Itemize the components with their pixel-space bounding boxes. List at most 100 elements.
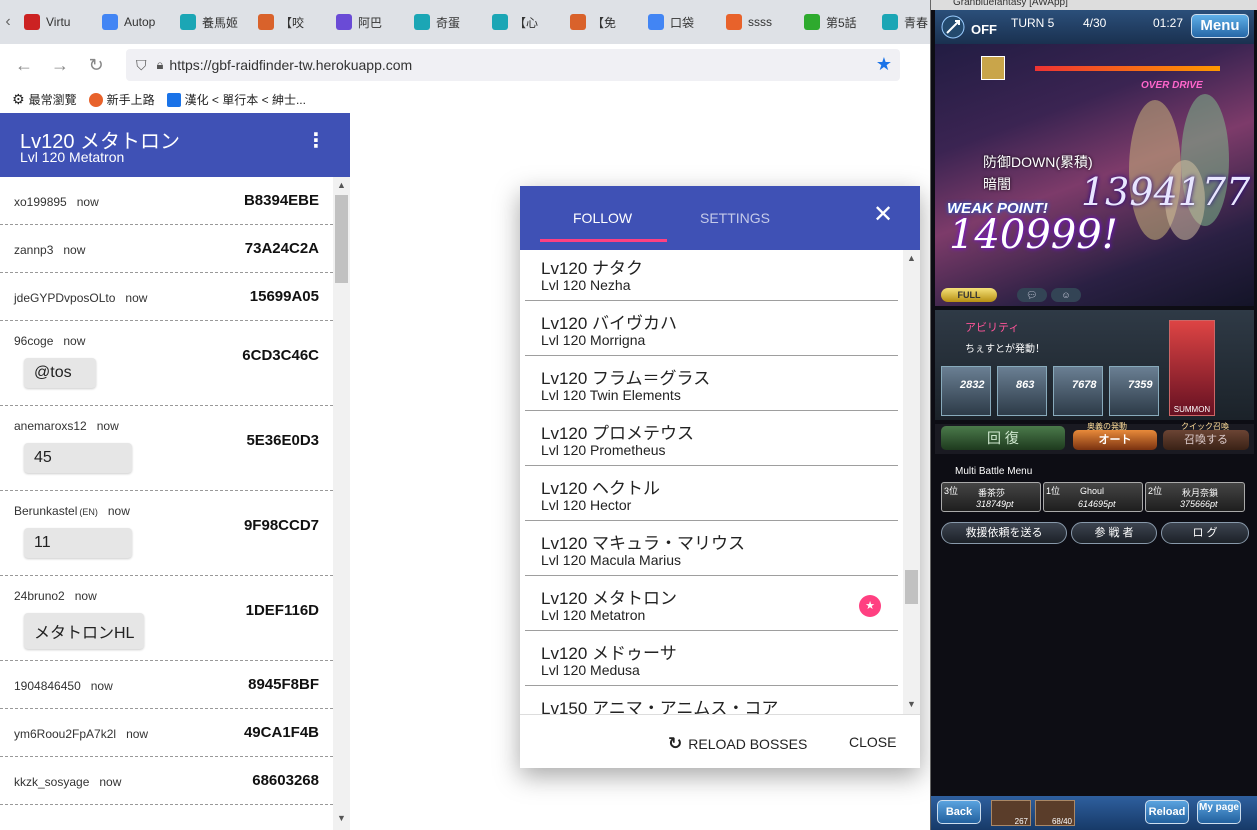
chat-icon[interactable]: 💬︎ [1017, 288, 1047, 302]
scroll-up-icon[interactable]: ▲ [903, 253, 920, 263]
heal-button[interactable]: 回 復 [941, 426, 1065, 450]
party-member-4[interactable]: 7359 [1109, 366, 1159, 416]
bookmark-comic[interactable]: 漢化 < 單行本 < 紳士... [166, 91, 306, 108]
username: 1904846450 [14, 679, 81, 693]
followed-star-icon[interactable]: ★ [859, 595, 881, 617]
raid-id[interactable]: 73A24C2A [245, 240, 319, 257]
raid-id[interactable]: 1DEF116D [246, 602, 319, 619]
boss-list-item[interactable]: Lv120 ナタク Lvl 120 Nezha [525, 250, 898, 301]
quick-summon-button[interactable]: 召喚する [1163, 430, 1249, 450]
raid-id[interactable]: B8394EBE [244, 192, 319, 209]
item-slot[interactable]: 68/40 [1035, 800, 1075, 826]
debuff-blind: 暗闇 [983, 176, 1011, 192]
stamp-icon[interactable]: ☺ [1051, 288, 1081, 302]
scrollbar-thumb[interactable] [335, 195, 348, 283]
timestamp: now [107, 504, 130, 518]
browser-tab[interactable]: 第5話 [796, 0, 874, 44]
bookmark-site-icon [414, 14, 430, 30]
scroll-up-icon[interactable]: ▲ [333, 180, 350, 190]
reload-button[interactable]: ↻ [78, 47, 114, 83]
browser-tab[interactable]: 【心 [484, 0, 562, 44]
full-button[interactable]: FULL [941, 288, 997, 302]
raid-id[interactable]: 49CA1F4B [244, 724, 319, 741]
boss-list-item[interactable]: Lv120 ヘクトル Lvl 120 Hector [525, 466, 898, 521]
browser-tab[interactable]: 青春 [874, 0, 930, 44]
feed-item[interactable]: xo199895 now B8394EBE [0, 177, 333, 225]
scroll-down-icon[interactable]: ▼ [333, 813, 350, 823]
feed-item[interactable]: anemaroxs12 now 5E36E0D3 45 [0, 406, 333, 491]
item-slot[interactable]: 267 [991, 800, 1031, 826]
boss-name-jp: Lv120 マキュラ・マリウス [541, 534, 746, 553]
request-backup-button[interactable]: 救援依頼を送る [941, 522, 1067, 544]
raid-id[interactable]: 8945F8BF [248, 676, 319, 693]
summon-button[interactable]: SUMMON [1169, 320, 1215, 416]
feed-user: kkzk_sosyage now [14, 775, 121, 789]
bookmark-getting-started[interactable]: 新手上路 [88, 91, 155, 108]
boss-list-item[interactable]: Lv120 フラム＝グラス Lvl 120 Twin Elements [525, 356, 898, 411]
reload-bosses-button[interactable]: ↻ RELOAD BOSSES [668, 734, 807, 754]
back-button[interactable]: ← [6, 47, 42, 83]
party-member-2[interactable]: 863 [997, 366, 1047, 416]
auto-toggle[interactable]: OFF [971, 22, 997, 37]
feed-item[interactable]: 24bruno2 now 1DEF116D メタトロンHL [0, 576, 333, 661]
boss-list-item[interactable]: Lv120 プロメテウス Lvl 120 Prometheus [525, 411, 898, 466]
address-bar[interactable]: ⛉ 🔒︎ https://gbf-raidfinder-tw.herokuapp… [126, 49, 900, 81]
browser-tab[interactable]: 口袋 [640, 0, 718, 44]
my-page-button[interactable]: My page [1197, 800, 1241, 824]
boss-list-scrollbar[interactable]: ▲ ▼ [903, 250, 920, 714]
game-menu-button[interactable]: Menu [1191, 14, 1249, 38]
bookmark-star-icon[interactable]: ★ [876, 54, 892, 75]
ranking-slot[interactable]: 2位 秋月奈鎖 375666pt [1145, 482, 1245, 512]
feed-scrollbar[interactable]: ▲ ▼ [333, 177, 350, 830]
raid-id[interactable]: 6CD3C46C [242, 347, 319, 364]
raid-id[interactable]: 9F98CCD7 [244, 517, 319, 534]
browser-tab[interactable]: Virtu [16, 0, 94, 44]
google-icon [102, 14, 118, 30]
boss-list-item[interactable]: Lv120 メドゥーサ Lvl 120 Medusa [525, 631, 898, 686]
scroll-down-icon[interactable]: ▼ [903, 699, 920, 709]
boss-list-item[interactable]: Lv120 バイヴカハ Lvl 120 Morrigna [525, 301, 898, 356]
browser-tab[interactable]: ssss [718, 0, 796, 44]
boss-list-item[interactable]: Lv150 アニマ・アニムス・コア [525, 686, 898, 714]
browser-tab[interactable]: 阿巴 [328, 0, 406, 44]
log-button[interactable]: ロ グ [1161, 522, 1249, 544]
forward-button[interactable]: → [42, 47, 78, 83]
feed-item[interactable]: ym6Roou2FpA7k2l now 49CA1F4B [0, 709, 333, 757]
tab-follow[interactable]: FOLLOW [573, 210, 632, 226]
party-member-3[interactable]: 7678 [1053, 366, 1103, 416]
boss-name-en: Lvl 120 Hector [541, 497, 632, 513]
feed-item[interactable]: 96coge now 6CD3C46C @tos [0, 321, 333, 406]
auto-button[interactable]: オート [1073, 430, 1157, 450]
browser-tab[interactable]: 【咬 [250, 0, 328, 44]
feed-item[interactable]: zannp3 now 73A24C2A [0, 225, 333, 273]
game-reload-button[interactable]: Reload [1145, 800, 1189, 824]
party-member-1[interactable]: 2832 [941, 366, 991, 416]
raid-id[interactable]: 5E36E0D3 [246, 432, 319, 449]
more-menu-icon[interactable]: ⋮ [306, 131, 326, 151]
browser-tab[interactable]: 養馬姬 [172, 0, 250, 44]
multi-battle-menu: Multi Battle Menu 3位 番茶莎 318749pt 1位 Gho… [935, 460, 1254, 520]
scrollbar-thumb[interactable] [905, 570, 918, 604]
ranking-slot[interactable]: 3位 番茶莎 318749pt [941, 482, 1041, 512]
raid-column-header: Lv120 メタトロン Lvl 120 Metatron ⋮ [0, 113, 350, 177]
feed-item[interactable]: Berunkastel (EN) now 9F98CCD7 11 [0, 491, 333, 576]
browser-tab[interactable]: 奇蛋 [406, 0, 484, 44]
raid-id[interactable]: 68603268 [252, 772, 319, 789]
feed-item[interactable]: 1904846450 now 8945F8BF [0, 661, 333, 709]
close-button[interactable]: CLOSE [849, 734, 896, 750]
tab-settings[interactable]: SETTINGS [700, 210, 770, 226]
bookmark-most-visited[interactable]: ⚙ 最常瀏覽 [12, 91, 77, 108]
close-icon[interactable]: ✕ [872, 203, 894, 227]
boss-list-item[interactable]: Lv120 マキュラ・マリウス Lvl 120 Macula Marius [525, 521, 898, 576]
tab-scroll-left-button[interactable]: ‹ [0, 0, 16, 44]
feed-item[interactable]: kkzk_sosyage now 68603268 [0, 757, 333, 805]
tab-label: ssss [748, 15, 772, 29]
back-button[interactable]: Back [937, 800, 981, 824]
feed-item[interactable]: jdeGYPDvposOLto now 15699A05 [0, 273, 333, 321]
participants-button[interactable]: 参 戦 者 [1071, 522, 1157, 544]
browser-tab[interactable]: Autop [94, 0, 172, 44]
browser-tab[interactable]: 【免 [562, 0, 640, 44]
raid-id[interactable]: 15699A05 [250, 288, 319, 305]
ranking-slot[interactable]: 1位 Ghoul 614695pt [1043, 482, 1143, 512]
boss-list-item[interactable]: Lv120 メタトロン Lvl 120 Metatron ★ [525, 576, 898, 631]
